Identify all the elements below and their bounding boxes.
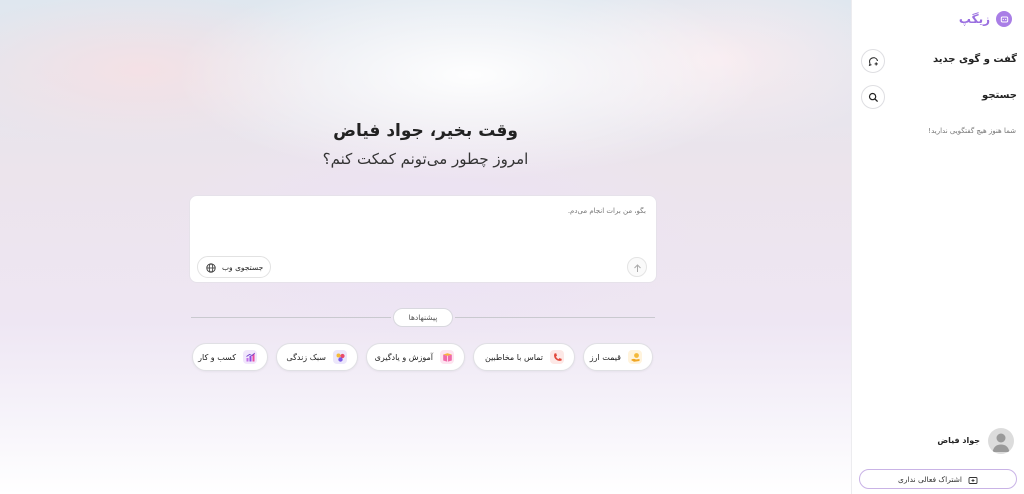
chip-label: کسب و کار <box>198 352 236 362</box>
brand-name: زیگپ <box>958 12 990 26</box>
search-icon <box>868 88 879 107</box>
hand-coin-icon <box>628 350 642 364</box>
logo-icon <box>996 11 1012 27</box>
new-chat-label: گفت و گوی جدید <box>932 54 1017 65</box>
empty-history-note: شما هنوز هیچ گفتگویی ندارید! <box>928 127 1016 135</box>
search-button[interactable] <box>861 85 885 109</box>
new-chat-icon <box>868 52 879 71</box>
search-label: جستجو <box>982 90 1017 101</box>
subscription-button[interactable]: اشتراک فعالی نداری <box>859 469 1017 489</box>
greeting-title: وقت بخیر، جواد فیاض <box>333 121 518 141</box>
suggestions-label: پیشنهادها <box>393 308 453 327</box>
divider-left <box>191 317 391 318</box>
suggestion-chip-business[interactable]: کسب و کار <box>192 343 268 371</box>
new-chat-button[interactable] <box>861 49 885 73</box>
ticket-icon <box>968 470 978 489</box>
web-search-label: جستجوی وب <box>222 262 264 272</box>
subscription-label: اشتراک فعالی نداری <box>898 474 962 484</box>
brand-logo[interactable]: زیگپ <box>959 11 1012 27</box>
prompt-input[interactable] <box>346 207 646 215</box>
suggestion-chip-learning[interactable]: آموزش و یادگیری <box>366 343 465 371</box>
chip-label: قیمت ارز <box>589 352 621 362</box>
book-icon <box>440 350 454 364</box>
greeting-subtitle: امروز چطور می‌تونم کمکت کنم؟ <box>322 150 529 168</box>
divider-right <box>455 317 655 318</box>
web-search-button[interactable]: جستجوی وب <box>197 256 271 278</box>
send-button[interactable] <box>627 257 647 277</box>
globe-icon <box>206 258 216 277</box>
chart-icon <box>243 350 257 364</box>
lifestyle-icon <box>333 350 347 364</box>
chip-label: تماس با مخاطبین <box>485 352 543 362</box>
new-chat-row[interactable]: گفت و گوی جدید <box>852 49 1024 73</box>
arrow-up-icon <box>633 258 642 277</box>
user-name: جواد فیاض <box>937 436 980 445</box>
sidebar: زیگپ گفت و گوی جدید جستجو شما هنوز هیچ گ… <box>851 0 1024 494</box>
chip-label: آموزش و یادگیری <box>374 352 433 362</box>
suggestion-chip-contacts[interactable]: تماس با مخاطبین <box>473 343 575 371</box>
chip-label: سبک زندگی <box>286 352 326 362</box>
main-area: وقت بخیر، جواد فیاض امروز چطور می‌تونم ک… <box>0 0 851 494</box>
suggestion-chip-lifestyle[interactable]: سبک زندگی <box>276 343 358 371</box>
prompt-composer[interactable]: جستجوی وب <box>189 195 657 283</box>
suggestion-chip-currency[interactable]: قیمت ارز <box>583 343 653 371</box>
phone-icon <box>550 350 564 364</box>
user-profile[interactable]: جواد فیاض <box>852 428 1024 454</box>
avatar <box>988 428 1014 454</box>
search-row[interactable]: جستجو <box>852 85 1024 109</box>
